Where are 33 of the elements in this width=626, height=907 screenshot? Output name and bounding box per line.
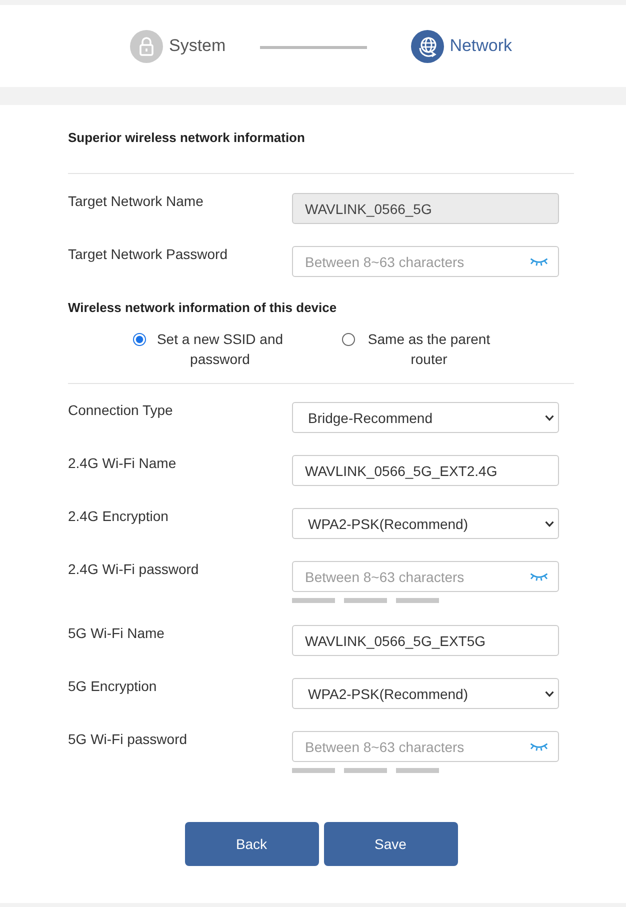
chevron-down-icon: [545, 520, 554, 526]
field-label: 2.4G Wi-Fi password: [68, 560, 200, 578]
field-label: 2.4G Wi-Fi Name: [68, 454, 178, 472]
text-field[interactable]: WAVLINK_0566_5G_EXT5G: [292, 625, 559, 656]
field-label: Target Network Password: [68, 245, 229, 263]
password-field[interactable]: Between 8~63 characters: [292, 731, 559, 762]
field-label: 2.4G Encryption: [68, 507, 170, 525]
password-field[interactable]: Between 8~63 characters: [292, 561, 559, 592]
field-label: 5G Wi-Fi password: [68, 730, 188, 748]
save-button[interactable]: Save: [324, 822, 458, 866]
radio-button[interactable]: [133, 333, 146, 346]
radio-label[interactable]: Same as the parent router: [361, 329, 497, 369]
text-field[interactable]: WAVLINK_0566_5G_EXT2.4G: [292, 455, 559, 486]
back-button[interactable]: Back: [184, 822, 318, 866]
chevron-down-icon: [545, 414, 554, 420]
select-field[interactable]: Bridge-Recommend: [292, 402, 559, 433]
field-label: 5G Wi-Fi Name: [68, 624, 166, 642]
field-label: 5G Encryption: [68, 677, 158, 695]
field-label: Target Network Name: [68, 192, 204, 210]
step-label: System: [169, 35, 226, 57]
closed-eye-icon[interactable]: [530, 573, 548, 581]
select-field[interactable]: WPA2-PSK(Recommend): [292, 678, 559, 709]
section-heading: Superior wireless network information: [68, 129, 306, 147]
select-field[interactable]: WPA2-PSK(Recommend): [292, 508, 559, 539]
password-field[interactable]: Between 8~63 characters: [292, 246, 559, 277]
step-label: Network: [450, 35, 512, 57]
chevron-down-icon: [545, 690, 554, 696]
radio-button[interactable]: [342, 333, 355, 346]
closed-eye-icon[interactable]: [530, 258, 548, 266]
closed-eye-icon[interactable]: [530, 743, 548, 751]
section-heading: Wireless network information of this device: [68, 299, 338, 317]
radio-label[interactable]: Set a new SSID and password: [152, 329, 288, 369]
field-label: Connection Type: [68, 401, 174, 419]
